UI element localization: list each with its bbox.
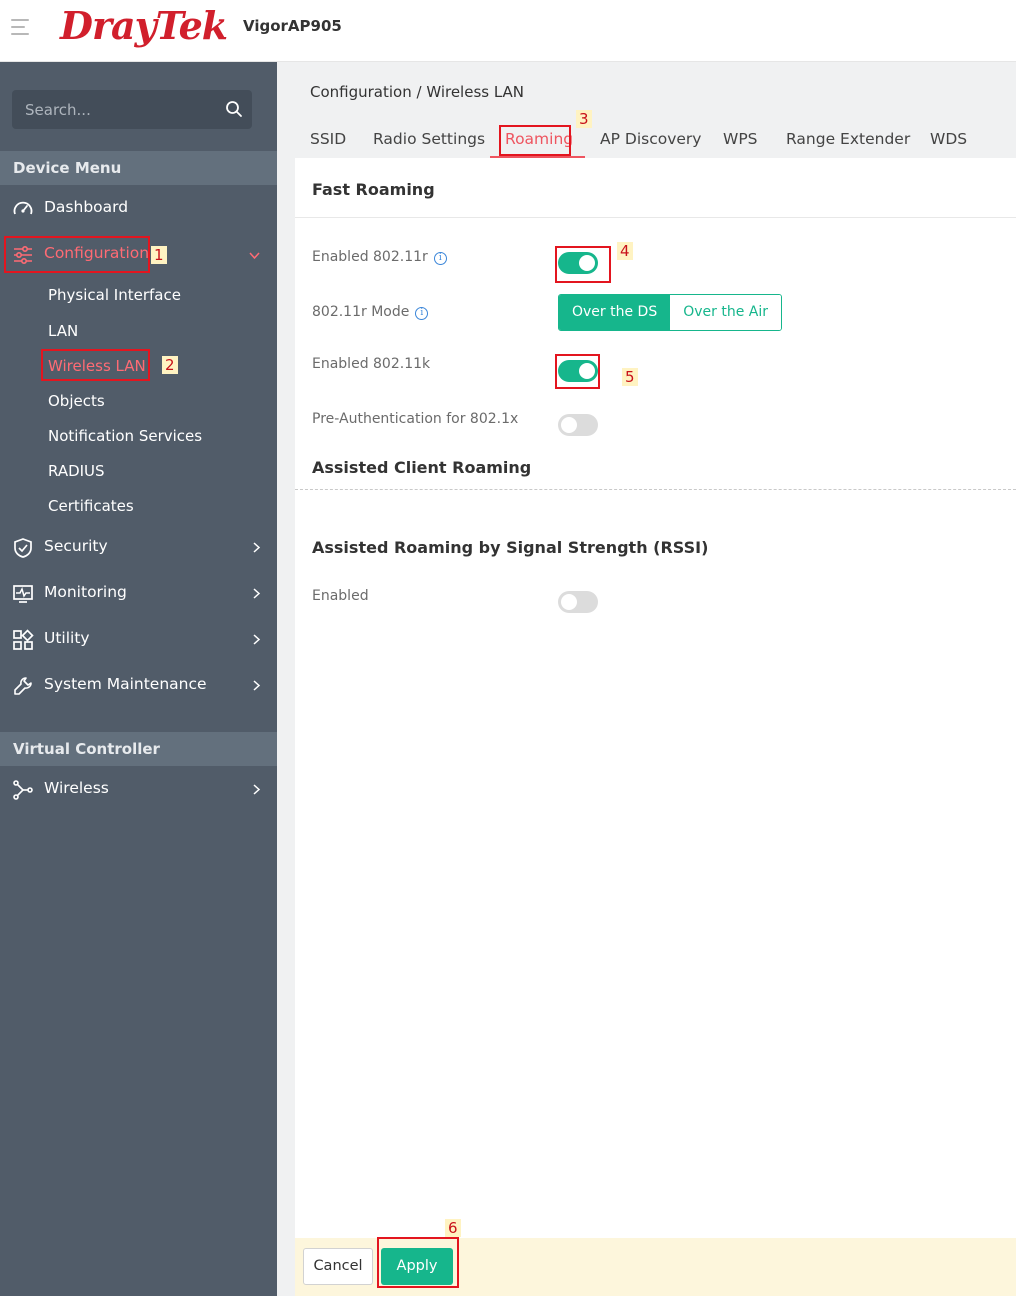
roaming-panel: Fast Roaming Enabled 802.11r i 4 802.11r … (295, 158, 1016, 1238)
nav-utility[interactable]: Utility (0, 620, 277, 658)
callout-box-2 (41, 349, 150, 381)
tab-radio-settings[interactable]: Radio Settings (373, 130, 485, 148)
nav-dashboard-label: Dashboard (44, 198, 129, 216)
callout-box-6 (377, 1237, 459, 1288)
nav-wireless-label: Wireless (44, 779, 109, 797)
subnav-physical-interface[interactable]: Physical Interface (48, 286, 181, 304)
enabled-80211r-text: Enabled 802.11r (312, 249, 428, 265)
chevron-down-icon (249, 252, 260, 260)
enabled-80211r-label: Enabled 802.11r i (312, 249, 447, 265)
callout-number-5: 5 (622, 368, 638, 386)
chevron-right-icon (253, 588, 261, 599)
tab-ssid[interactable]: SSID (310, 130, 346, 148)
dashed-divider (295, 489, 1016, 490)
hamburger-menu-icon[interactable] (11, 19, 31, 35)
tab-ap-discovery[interactable]: AP Discovery (600, 130, 701, 148)
callout-number-3: 3 (576, 110, 592, 128)
nav-dashboard[interactable]: Dashboard (0, 189, 277, 227)
shield-check-icon (14, 538, 32, 558)
subnav-lan[interactable]: LAN (48, 322, 78, 340)
rssi-enabled-label: Enabled (312, 588, 369, 604)
callout-number-2: 2 (162, 356, 178, 374)
fast-roaming-title: Fast Roaming (312, 180, 435, 199)
preauth-label: Pre-Authentication for 802.1x (312, 411, 519, 427)
assisted-client-roaming-title: Assisted Client Roaming (312, 458, 532, 477)
mode-80211r-text: 802.11r Mode (312, 304, 410, 320)
monitor-pulse-icon (13, 585, 33, 603)
cancel-button[interactable]: Cancel (303, 1248, 373, 1285)
tab-range-extender[interactable]: Range Extender (786, 130, 910, 148)
nav-utility-label: Utility (44, 629, 90, 647)
subnav-certificates[interactable]: Certificates (48, 497, 134, 515)
toggle-preauth[interactable] (558, 414, 598, 436)
option-over-the-ds[interactable]: Over the DS (559, 295, 671, 330)
draytek-logo: DrayTek (60, 3, 228, 48)
top-header: DrayTek VigorAP905 (0, 0, 1016, 62)
callout-box-5 (555, 354, 600, 389)
sidebar: Search... Device Menu Dashboard Configur… (0, 62, 277, 1296)
subnav-objects[interactable]: Objects (48, 392, 105, 410)
nav-system-maintenance-label: System Maintenance (44, 675, 207, 693)
mode-80211r-label: 802.11r Mode i (312, 304, 429, 320)
action-footer: Cancel Apply 6 (295, 1219, 1016, 1296)
network-branch-icon (13, 780, 33, 800)
chevron-right-icon (253, 542, 261, 553)
device-menu-heading: Device Menu (0, 151, 277, 185)
subnav-notification-services[interactable]: Notification Services (48, 427, 202, 445)
tab-wps[interactable]: WPS (723, 130, 758, 148)
chevron-right-icon (253, 634, 261, 645)
device-model: VigorAP905 (243, 17, 342, 35)
dashboard-gauge-icon (13, 201, 33, 215)
breadcrumb: Configuration / Wireless LAN (310, 83, 525, 101)
search-icon[interactable] (225, 100, 243, 118)
callout-number-6: 6 (445, 1219, 461, 1237)
callout-number-4: 4 (617, 242, 633, 260)
info-icon[interactable]: i (433, 252, 447, 265)
nav-monitoring[interactable]: Monitoring (0, 574, 277, 612)
nav-monitoring-label: Monitoring (44, 583, 127, 601)
nav-security-label: Security (44, 537, 108, 555)
option-over-the-air[interactable]: Over the Air (670, 295, 781, 330)
virtual-controller-heading: Virtual Controller (0, 732, 277, 766)
toggle-rssi[interactable] (558, 591, 598, 613)
nav-system-maintenance[interactable]: System Maintenance (0, 666, 277, 704)
apps-grid-icon (13, 629, 34, 650)
search-input[interactable]: Search... (12, 90, 252, 129)
assisted-rssi-title: Assisted Roaming by Signal Strength (RSS… (312, 538, 709, 557)
callout-box-4 (555, 246, 611, 283)
info-icon[interactable]: i (415, 307, 429, 320)
mode-80211r-selector[interactable]: Over the DS Over the Air (558, 294, 782, 331)
nav-security[interactable]: Security (0, 528, 277, 566)
chevron-right-icon (253, 784, 261, 795)
callout-box-1 (4, 236, 150, 273)
callout-box-3 (499, 125, 571, 156)
search-placeholder: Search... (25, 101, 91, 119)
subnav-radius[interactable]: RADIUS (48, 462, 105, 480)
nav-wireless[interactable]: Wireless (0, 770, 277, 808)
section-divider (295, 217, 1016, 218)
wrench-icon (14, 677, 32, 695)
tab-wds[interactable]: WDS (930, 130, 967, 148)
chevron-right-icon (253, 680, 261, 691)
callout-number-1: 1 (151, 246, 167, 264)
enabled-80211k-label: Enabled 802.11k (312, 356, 431, 372)
